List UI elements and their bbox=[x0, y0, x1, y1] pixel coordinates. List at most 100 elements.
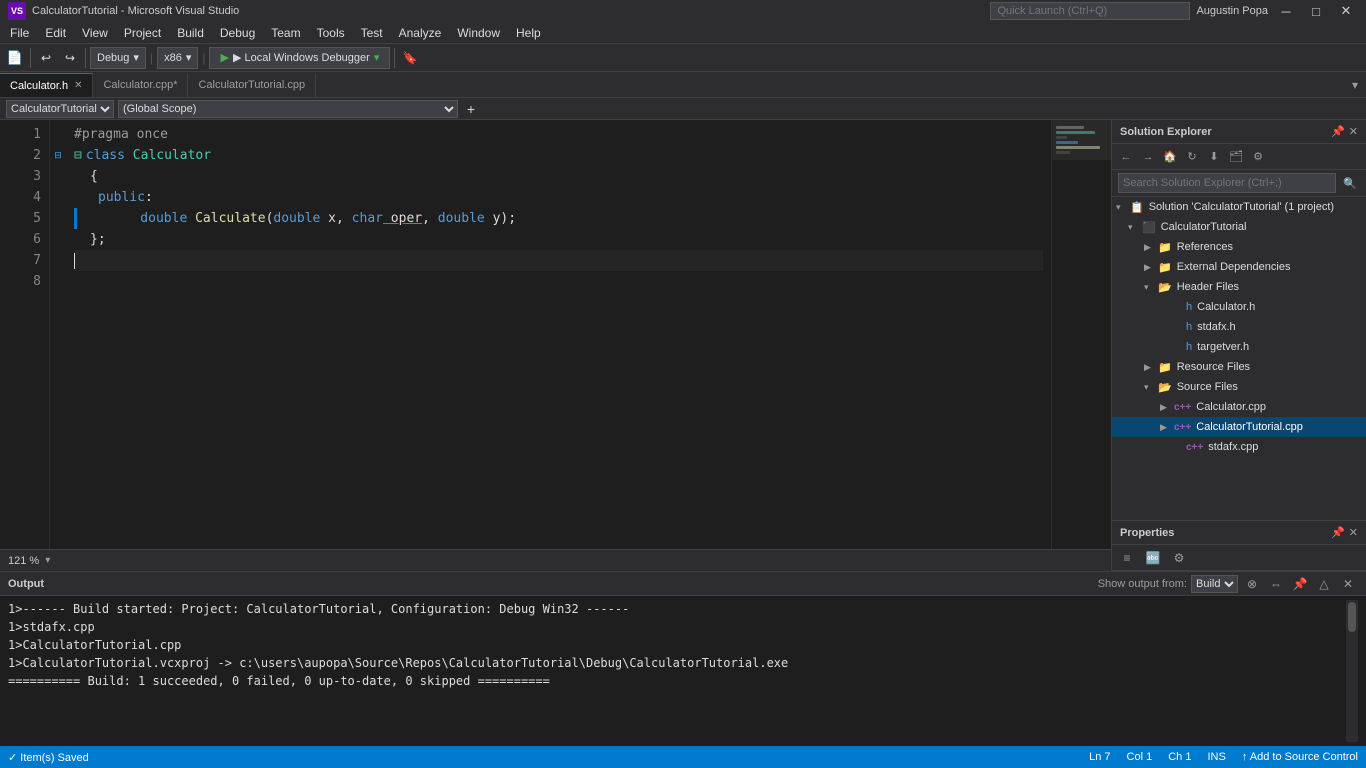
undo-button[interactable]: ↩ bbox=[35, 47, 57, 69]
se-refresh-button[interactable]: ↻ bbox=[1182, 147, 1202, 167]
debug-config-dropdown[interactable]: Debug ▾ bbox=[90, 47, 146, 69]
prop-categorized-button[interactable]: ≡ bbox=[1116, 548, 1138, 568]
line-num-5: 5 bbox=[0, 208, 49, 229]
output-maximize-button[interactable]: △ bbox=[1314, 577, 1334, 591]
menu-analyze[interactable]: Analyze bbox=[391, 24, 450, 42]
tab-calculatortutorial-cpp[interactable]: CalculatorTutorial.cpp bbox=[188, 73, 316, 97]
run-button[interactable]: ▶ ▶ Local Windows Debugger ▾ bbox=[209, 47, 390, 69]
tree-item-references[interactable]: ▶ 📁 References bbox=[1112, 237, 1366, 257]
zoom-button[interactable]: ▾ bbox=[45, 555, 50, 566]
global-scope-selector[interactable]: (Global Scope) bbox=[118, 100, 458, 118]
output-line-2: 1>stdafx.cpp bbox=[8, 618, 1346, 636]
bookmark-button[interactable]: 🔖 bbox=[399, 47, 421, 69]
menu-test[interactable]: Test bbox=[353, 24, 391, 42]
new-file-button[interactable]: 📄 bbox=[4, 47, 26, 69]
tree-item-calculatortutorial-cpp[interactable]: ▶ c++ CalculatorTutorial.cpp bbox=[1112, 417, 1366, 437]
se-search-button[interactable]: 🔍 bbox=[1340, 173, 1360, 193]
output-close-button[interactable]: ✕ bbox=[1338, 577, 1358, 591]
line-num-7: 7 bbox=[0, 250, 49, 271]
output-clear-button[interactable]: ⊗ bbox=[1242, 577, 1262, 591]
scope-selector[interactable]: CalculatorTutorial bbox=[6, 100, 114, 118]
properties-title: Properties bbox=[1120, 527, 1174, 539]
output-wrap-button[interactable]: ⇔ bbox=[1266, 577, 1286, 591]
se-back-button[interactable]: ← bbox=[1116, 147, 1136, 167]
tree-item-targetver-h[interactable]: h targetver.h bbox=[1112, 337, 1366, 357]
maximize-button[interactable]: □ bbox=[1304, 1, 1328, 21]
tree-item-stdafx-cpp[interactable]: c++ stdafx.cpp bbox=[1112, 437, 1366, 457]
toolbar: 📄 ↩ ↪ Debug ▾ | x86 ▾ | ▶ ▶ Local Window… bbox=[0, 44, 1366, 72]
code-editor[interactable]: #pragma once ⊟class Calculator { public:… bbox=[66, 120, 1051, 549]
tree-item-project[interactable]: ▾ ⬛ CalculatorTutorial bbox=[1112, 217, 1366, 237]
ins-status: INS bbox=[1207, 751, 1225, 763]
solution-explorer-header: Solution Explorer 📌 ✕ bbox=[1112, 120, 1366, 144]
output-pin-button[interactable]: 📌 bbox=[1290, 577, 1310, 591]
platform-dropdown[interactable]: x86 ▾ bbox=[157, 47, 198, 69]
line-num-1: 1 bbox=[0, 124, 49, 145]
tree-item-resource-files[interactable]: ▶ 📁 Resource Files bbox=[1112, 357, 1366, 377]
code-line-3: { bbox=[74, 166, 1043, 187]
tab-calculator-h-label: Calculator.h bbox=[10, 80, 68, 92]
se-collapse-all-button[interactable]: 🗂 bbox=[1226, 147, 1246, 167]
tree-references-label: References bbox=[1177, 241, 1233, 253]
menu-tools[interactable]: Tools bbox=[309, 24, 353, 42]
status-bar: ✓ Item(s) Saved Ln 7 Col 1 Ch 1 INS ↑ Ad… bbox=[0, 746, 1366, 768]
line-num-4: 4 bbox=[0, 187, 49, 208]
se-close-button[interactable]: ✕ bbox=[1349, 125, 1358, 138]
se-search-input[interactable] bbox=[1118, 173, 1336, 193]
add-scope-button[interactable]: + bbox=[462, 100, 480, 118]
tree-stdafx-cpp-label: stdafx.cpp bbox=[1208, 441, 1258, 453]
menu-window[interactable]: Window bbox=[449, 24, 508, 42]
code-line-1: #pragma once bbox=[74, 124, 1043, 145]
se-filter-button[interactable]: ⬇ bbox=[1204, 147, 1224, 167]
tab-calculator-h[interactable]: Calculator.h ✕ bbox=[0, 73, 93, 97]
output-line-3: 1>CalculatorTutorial.cpp bbox=[8, 636, 1346, 654]
minimize-button[interactable]: ─ bbox=[1274, 1, 1298, 21]
tree-item-header-files[interactable]: ▾ 📂 Header Files bbox=[1112, 277, 1366, 297]
tree-project-label: CalculatorTutorial bbox=[1161, 221, 1247, 233]
minimap bbox=[1051, 120, 1111, 549]
prop-settings-button[interactable]: ⚙ bbox=[1168, 548, 1190, 568]
properties-close-button[interactable]: ✕ bbox=[1349, 526, 1358, 539]
redo-button[interactable]: ↪ bbox=[59, 47, 81, 69]
menu-build[interactable]: Build bbox=[169, 24, 212, 42]
tree-item-solution[interactable]: ▾ 📋 Solution 'CalculatorTutorial' (1 pro… bbox=[1112, 197, 1366, 217]
menu-help[interactable]: Help bbox=[508, 24, 549, 42]
editor-panel: 1 2 3 4 5 6 7 8 ⊟ bbox=[0, 120, 1111, 571]
tree-item-external[interactable]: ▶ 📁 External Dependencies bbox=[1112, 257, 1366, 277]
menu-team[interactable]: Team bbox=[263, 24, 308, 42]
source-control-status[interactable]: ↑ Add to Source Control bbox=[1242, 751, 1358, 763]
output-line-4: 1>CalculatorTutorial.vcxproj -> c:\users… bbox=[8, 654, 1346, 672]
collapse-class[interactable]: ⊟ bbox=[50, 145, 66, 166]
calculatortutorial-cpp-expand-icon: ▶ bbox=[1160, 422, 1172, 433]
tab-list-button[interactable]: ▾ bbox=[1344, 73, 1366, 97]
se-forward-button[interactable]: → bbox=[1138, 147, 1158, 167]
tree-item-source-files[interactable]: ▾ 📂 Source Files bbox=[1112, 377, 1366, 397]
code-line-6: }; bbox=[74, 229, 1043, 250]
prop-alphabetical-button[interactable]: 🔤 bbox=[1142, 548, 1164, 568]
code-line-2: ⊟class Calculator bbox=[74, 145, 1043, 166]
header-files-icon: 📂 bbox=[1158, 281, 1172, 294]
menu-project[interactable]: Project bbox=[116, 24, 169, 42]
se-pin-button[interactable]: 📌 bbox=[1331, 125, 1345, 138]
menu-debug[interactable]: Debug bbox=[212, 24, 263, 42]
close-button[interactable]: ✕ bbox=[1334, 1, 1358, 21]
menu-edit[interactable]: Edit bbox=[37, 24, 74, 42]
se-home-button[interactable]: 🏠 bbox=[1160, 147, 1180, 167]
tree-item-calculator-h[interactable]: h Calculator.h bbox=[1112, 297, 1366, 317]
title-bar: VS CalculatorTutorial - Microsoft Visual… bbox=[0, 0, 1366, 22]
menu-file[interactable]: File bbox=[2, 24, 37, 42]
se-settings-button[interactable]: ⚙ bbox=[1248, 147, 1268, 167]
properties-pin-button[interactable]: 📌 bbox=[1331, 526, 1345, 539]
code-line-7 bbox=[74, 250, 1043, 271]
tree-item-calculator-cpp[interactable]: ▶ c++ Calculator.cpp bbox=[1112, 397, 1366, 417]
tree-calculatortutorial-cpp-label: CalculatorTutorial.cpp bbox=[1196, 421, 1303, 433]
tab-calculator-h-close[interactable]: ✕ bbox=[74, 80, 82, 91]
quick-launch-input[interactable] bbox=[990, 2, 1190, 20]
tree-item-stdafx-h[interactable]: h stdafx.h bbox=[1112, 317, 1366, 337]
calculator-cpp-expand-icon: ▶ bbox=[1160, 402, 1172, 413]
output-source-select[interactable]: Build bbox=[1191, 575, 1238, 593]
output-content: 1>------ Build started: Project: Calcula… bbox=[0, 596, 1366, 746]
stdafx-cpp-icon: c++ bbox=[1186, 442, 1203, 453]
menu-view[interactable]: View bbox=[74, 24, 116, 42]
tab-calculator-cpp[interactable]: Calculator.cpp* bbox=[93, 73, 188, 97]
